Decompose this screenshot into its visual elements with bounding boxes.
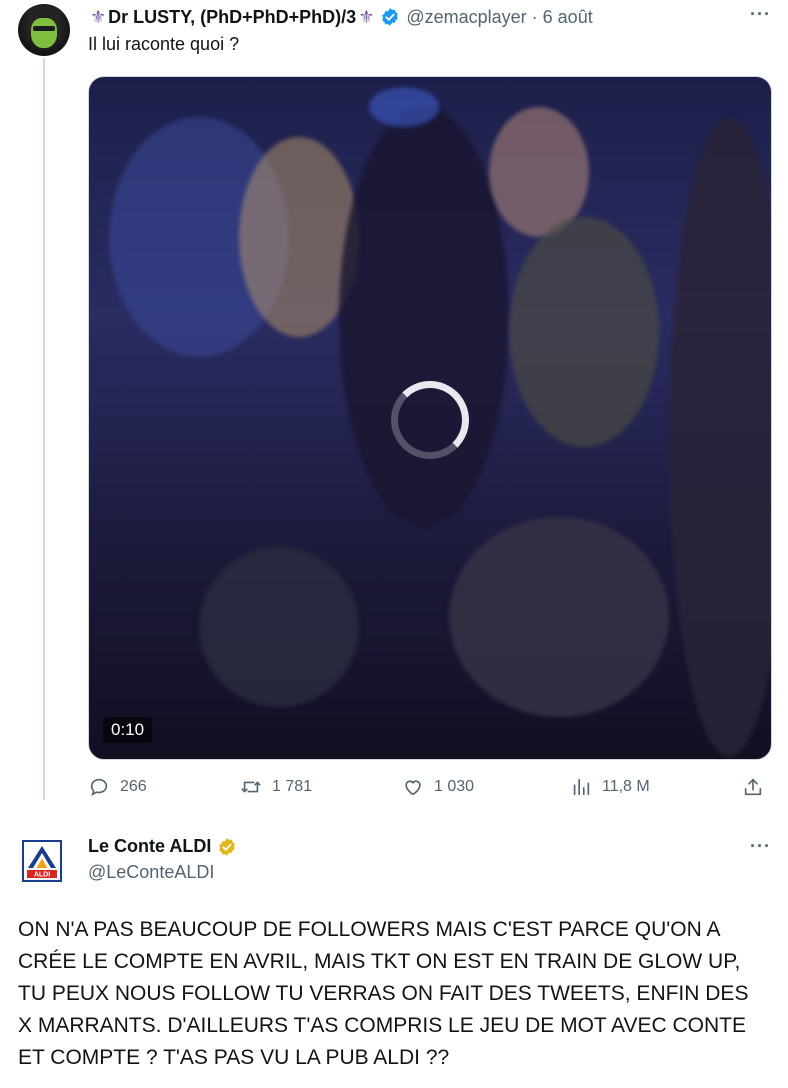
video-blur-region xyxy=(369,87,439,127)
repost-button[interactable]: 1 781 xyxy=(240,776,312,798)
share-icon xyxy=(744,778,762,796)
tweet-text-line: X MARRANTS. D'AILLEURS T'AS COMPRIS LE J… xyxy=(18,1014,746,1037)
avatar-face xyxy=(31,18,57,48)
tweet-date[interactable]: 6 août xyxy=(543,7,593,28)
video-blur-region xyxy=(669,117,771,757)
reply-icon xyxy=(90,778,108,797)
aldi-logo-text: ALDI xyxy=(34,872,50,879)
repost-icon xyxy=(241,781,261,793)
reply-count: 266 xyxy=(120,778,147,795)
like-count: 1 030 xyxy=(434,778,475,795)
thread-connector-line xyxy=(43,58,45,800)
verified-gold-badge-icon xyxy=(219,837,236,856)
views-button[interactable]: 11,8 M xyxy=(570,776,650,798)
video-duration: 0:10 xyxy=(103,717,153,743)
tweet-header: ⚜ Dr LUSTY, (PhD+PhD+PhD)/3 ⚜ @zemacplay… xyxy=(88,6,593,28)
more-options-icon[interactable]: ··· xyxy=(750,836,771,857)
views-count: 11,8 M xyxy=(602,778,650,795)
tweet-actions: 266 1 781 1 030 11,8 M xyxy=(88,776,772,806)
views-chart-icon xyxy=(573,778,590,796)
loading-spinner-icon xyxy=(391,381,469,459)
video-blur-region xyxy=(199,547,359,707)
tweet-header: Le Conte ALDI xyxy=(88,836,243,857)
video-player[interactable]: 0:10 xyxy=(88,76,772,760)
tweet-text-line: ON N'A PAS BEAUCOUP DE FOLLOWERS MAIS C'… xyxy=(18,918,721,941)
display-name[interactable]: Dr LUSTY, (PhD+PhD+PhD)/3 xyxy=(108,7,356,28)
video-blur-region xyxy=(449,517,669,717)
avatar-goggles xyxy=(33,26,55,31)
fleur-de-lis-icon: ⚜ xyxy=(358,6,375,27)
aldi-avatar[interactable]: ALDI xyxy=(22,840,62,882)
heart-icon xyxy=(405,780,421,796)
verified-badge-icon xyxy=(382,8,399,26)
tweet-text-line: ET COMPTE ? T'AS PAS VU LA PUB ALDI ?? xyxy=(18,1046,450,1069)
share-button[interactable] xyxy=(742,776,774,798)
handle[interactable]: @zemacplayer xyxy=(406,7,526,28)
aldi-logo-icon: ALDI xyxy=(24,842,60,880)
display-name[interactable]: Le Conte ALDI xyxy=(88,836,211,857)
video-blur-region xyxy=(509,217,659,447)
repost-count: 1 781 xyxy=(272,778,313,795)
like-button[interactable]: 1 030 xyxy=(402,776,474,798)
tweet-text: Il lui raconte quoi ? xyxy=(88,34,240,54)
tweet-text: ON N'A PAS BEAUCOUP DE FOLLOWERS MAIS C'… xyxy=(18,914,778,1074)
separator-dot: · xyxy=(531,6,538,27)
video-blur-region xyxy=(339,107,509,527)
reply-button[interactable]: 266 xyxy=(88,776,147,798)
avatar[interactable] xyxy=(18,4,70,56)
more-options-icon[interactable]: ··· xyxy=(750,4,771,25)
handle[interactable]: @LeConteALDI xyxy=(88,862,214,883)
tweet-text-line: TU PEUX NOUS FOLLOW TU VERRAS ON FAIT DE… xyxy=(18,982,749,1005)
tweet-text-line: CRÉE LE COMPTE EN AVRIL, MAIS TKT ON EST… xyxy=(18,950,741,973)
fleur-de-lis-icon: ⚜ xyxy=(90,6,107,27)
